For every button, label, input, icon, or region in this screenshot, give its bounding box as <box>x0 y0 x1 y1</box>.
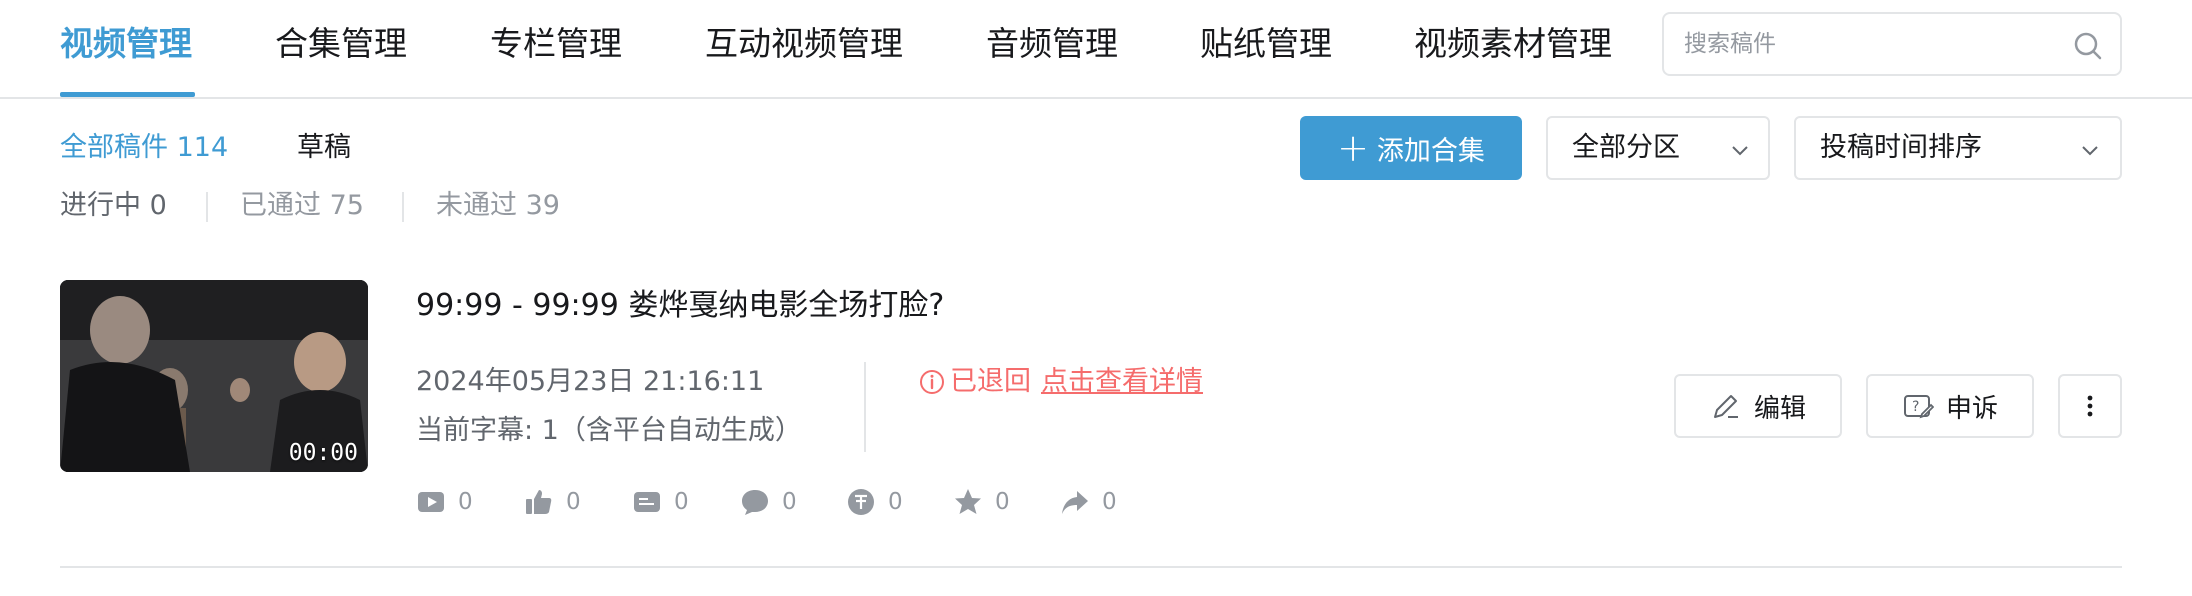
divider <box>206 192 208 222</box>
danmaku-count: 0 <box>632 485 689 519</box>
view-details-link[interactable]: 点击查看详情 <box>1041 364 1203 400</box>
plus-icon: + <box>1337 126 1369 170</box>
favorite-count: 0 <box>953 485 1010 519</box>
coin-count: 0 <box>846 485 903 519</box>
star-icon <box>955 489 981 514</box>
tab-collection-manage[interactable]: 合集管理 <box>275 22 407 66</box>
tab-column-manage[interactable]: 专栏管理 <box>490 22 622 66</box>
status-in-progress[interactable]: 进行中 0 <box>60 188 167 224</box>
filter-all-drafts[interactable]: 全部稿件 114 <box>60 130 228 166</box>
comment-icon <box>742 490 768 515</box>
video-thumbnail[interactable]: 00:00 <box>60 280 368 472</box>
info-icon <box>920 370 944 394</box>
sort-select-value: 投稿时间排序 <box>1820 132 1982 163</box>
status-passed[interactable]: 已通过 75 <box>240 188 364 224</box>
comment-count: 0 <box>740 485 797 519</box>
filter-draft[interactable]: 草稿 <box>297 130 351 166</box>
zone-select[interactable]: 全部分区 <box>1546 116 1770 180</box>
appeal-icon: ? <box>1903 395 1934 419</box>
coin-icon <box>848 489 874 515</box>
reject-status: 已退回 点击查看详情 <box>918 364 1203 400</box>
publish-date: 2024年05月23日 21:16:11 <box>416 366 765 397</box>
more-vertical-icon <box>2087 395 2093 417</box>
tab-audio-manage[interactable]: 音频管理 <box>986 22 1118 66</box>
danmaku-count-value: 0 <box>674 489 689 515</box>
chevron-down-icon <box>1732 146 1748 156</box>
share-icon <box>1062 491 1088 514</box>
reject-status-text: 已退回 <box>950 366 1031 397</box>
share-count-value: 0 <box>1102 489 1117 515</box>
tab-sticker-manage[interactable]: 贴纸管理 <box>1200 22 1332 66</box>
edit-button-label: 编辑 <box>1753 393 1806 424</box>
subtitle-info: 当前字幕: 1（含平台自动生成） <box>416 415 802 446</box>
danmaku-icon <box>634 492 660 512</box>
divider <box>864 362 866 452</box>
search-input[interactable] <box>1684 14 2064 74</box>
tab-video-manage[interactable]: 视频管理 <box>60 22 192 66</box>
sort-select[interactable]: 投稿时间排序 <box>1794 116 2122 180</box>
like-count-value: 0 <box>566 489 581 515</box>
coin-count-value: 0 <box>888 489 903 515</box>
play-count: 0 <box>416 485 473 519</box>
more-options-button[interactable] <box>2058 374 2122 438</box>
row-divider <box>60 566 2122 568</box>
edit-button[interactable]: 编辑 <box>1674 374 1842 438</box>
thumbs-up-icon <box>526 490 552 514</box>
video-title[interactable]: 99:99 - 99:99 娄烨戛纳电影全场打脸? <box>416 286 944 326</box>
favorite-count-value: 0 <box>995 489 1010 515</box>
search-icon[interactable] <box>2072 30 2104 62</box>
tab-interactive-video-manage[interactable]: 互动视频管理 <box>705 22 903 66</box>
add-collection-button[interactable]: + 添加合集 <box>1300 116 1522 180</box>
chevron-down-icon <box>2082 146 2098 156</box>
status-rejected[interactable]: 未通过 39 <box>436 188 560 224</box>
play-count-value: 0 <box>458 489 473 515</box>
search-box <box>1662 12 2122 76</box>
share-count: 0 <box>1060 485 1117 519</box>
play-icon <box>418 492 444 512</box>
top-nav: 视频管理 合集管理 专栏管理 互动视频管理 音频管理 贴纸管理 视频素材管理 <box>0 0 2192 99</box>
video-duration: 00:00 <box>288 440 358 466</box>
svg-text:?: ? <box>1912 399 1919 415</box>
appeal-button-label: 申诉 <box>1945 393 1998 424</box>
tab-video-material-manage[interactable]: 视频素材管理 <box>1414 22 1612 66</box>
zone-select-value: 全部分区 <box>1572 132 1680 163</box>
like-count: 0 <box>524 485 581 519</box>
pencil-icon <box>1713 395 1738 418</box>
add-collection-label: 添加合集 <box>1376 135 1485 167</box>
appeal-button[interactable]: ? 申诉 <box>1866 374 2034 438</box>
comment-count-value: 0 <box>782 489 797 515</box>
active-tab-indicator <box>60 92 195 97</box>
divider <box>402 192 404 222</box>
